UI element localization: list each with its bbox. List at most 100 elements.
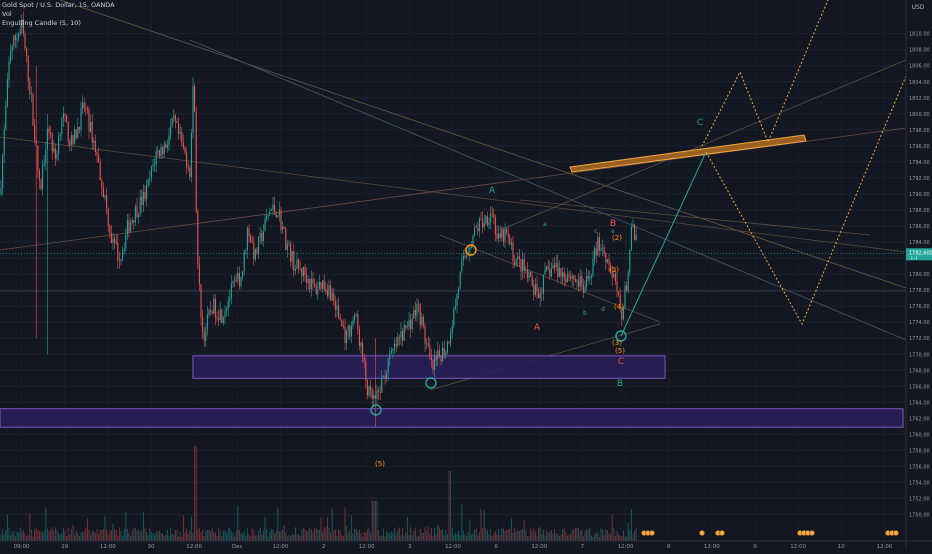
candle-body [155,151,157,164]
volume-bar [62,527,64,541]
candle-body [634,224,636,241]
candle-body [363,357,365,362]
candle-body [486,215,488,225]
time-tick-label: 6 [494,544,498,550]
volume-bar [597,532,599,541]
wave-label: (5) [615,347,625,355]
candle-body [547,266,549,270]
candle-body [546,266,548,270]
candle-body [86,109,88,111]
volume-bar [139,532,141,541]
volume-bar [512,532,514,541]
candle-body [520,259,522,272]
candle-body [171,117,173,127]
chart-stage[interactable]: A C B A C Ba b c d e (2) (1) (4) (3) (5) (5) USD 1750.00 1… [0,0,932,550]
volume-bar [182,515,184,541]
candle-body [10,51,12,62]
volume-bar [592,536,594,541]
volume-legend[interactable]: Vol [2,10,115,19]
volume-bar [141,530,143,541]
volume-bar [626,536,628,541]
candle-body [114,238,116,242]
candle-body [102,187,104,198]
candle-body [302,266,304,277]
volume-bar [53,530,55,541]
volume-bar [614,536,616,541]
volume-bar [11,531,13,541]
volume-bar [310,529,312,541]
candle-body [78,126,80,130]
candle-body [307,279,309,284]
volume-bar [224,530,226,541]
candle-body [304,266,306,275]
volume-bar [285,532,287,541]
volume-bar [414,528,416,541]
volume-bar [256,535,258,541]
volume-bar [293,534,295,541]
volume-bar [341,535,343,541]
symbol-title[interactable]: Gold Spot / U.S. Dollar, 15, OANDA [2,1,115,10]
volume-bar [290,536,292,541]
candle-body [459,271,461,289]
price-chart[interactable]: ACBACBabcde(2)(1)(4)(3)(5)(5)USD1750.001… [0,0,932,550]
wave-label: (3) [612,339,622,347]
volume-bar [474,529,476,541]
candle-body [301,268,303,277]
price-tick-label: 1804.00 [909,80,930,86]
price-tick-label: 1774.00 [909,320,930,326]
candle-body [296,259,298,270]
candle-body [578,280,580,287]
indicator-legend[interactable]: Engulfing Candle (5, 10) [2,19,115,28]
candle-body [176,121,178,123]
candle-body [24,33,26,49]
candle-body [576,280,578,282]
candle-body [50,132,52,135]
volume-bar [309,527,311,541]
candle-body [75,129,77,138]
candle-body [373,395,375,399]
candle-body [402,330,404,341]
volume-bar [288,534,290,541]
candle-body [83,102,85,109]
candle-body [227,300,229,309]
candle-body [306,274,308,284]
volume-bar [365,532,367,541]
volume-bar [387,532,389,541]
candle-body [538,291,540,299]
wave-label: A [534,323,541,333]
volume-bar [200,532,202,541]
candle-body [163,144,165,155]
volume-bar [102,528,104,541]
volume-bar [544,535,546,541]
candle-body [618,291,620,296]
candle-body [502,229,504,243]
volume-bar [147,535,149,541]
volume-bar [112,523,114,541]
volume-bar [621,536,623,541]
volume-bar [629,529,631,541]
candle-body [376,390,378,399]
volume-bar [486,529,488,541]
candle-body [595,248,597,256]
candle-body [627,272,629,291]
time-tick-label: 7 [581,544,585,550]
candle-body [490,213,492,223]
price-tick-label: 1754.00 [909,480,930,486]
volume-bar [373,501,375,541]
volume-bar [173,534,175,541]
volume-bar [538,528,540,541]
candle-body [392,348,394,351]
volume-bar [270,529,272,541]
candle-body [346,330,348,343]
chart-background [0,0,932,550]
candle-body [286,243,288,250]
volume-bar [54,527,56,541]
volume-bar [539,527,541,541]
volume-bar [507,529,509,541]
volume-bar [400,535,402,541]
candle-body [512,242,514,262]
candle-body [208,309,210,315]
candle-body [552,264,554,269]
candle-body [406,327,408,328]
volume-bar [330,532,332,541]
